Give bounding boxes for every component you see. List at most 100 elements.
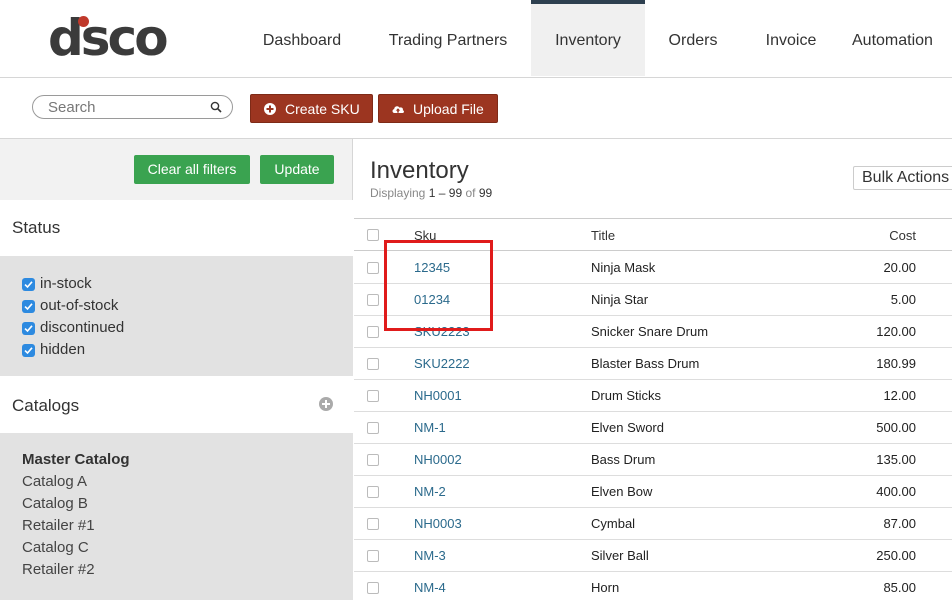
checkbox-checked[interactable]	[22, 344, 35, 357]
checkbox-checked[interactable]	[22, 322, 35, 335]
catalog-item[interactable]: Retailer #1	[22, 517, 95, 534]
status-option-label: discontinued	[40, 319, 125, 336]
row-cost: 250.00	[876, 548, 916, 563]
row-title: Silver Ball	[591, 548, 649, 563]
row-checkbox[interactable]	[367, 486, 379, 498]
row-checkbox[interactable]	[367, 550, 379, 562]
status-option-label: hidden	[40, 341, 86, 358]
search-box[interactable]	[32, 95, 233, 119]
row-cost: 500.00	[876, 420, 916, 435]
row-checkbox[interactable]	[367, 454, 379, 466]
dsco-logo[interactable]: dsco	[48, 9, 188, 67]
row-title: Horn	[591, 580, 620, 595]
clear-all-filters-button[interactable]: Clear all filters	[134, 155, 250, 184]
upload-file-label: Upload File	[413, 101, 484, 117]
status-header: Status	[0, 200, 353, 256]
update-button[interactable]: Update	[260, 155, 334, 184]
sku-link[interactable]: NH0002	[414, 452, 462, 467]
sku-link[interactable]: SKU2222	[414, 356, 470, 371]
row-cost: 20.00	[883, 260, 916, 275]
catalog-item[interactable]: Catalog A	[22, 473, 87, 490]
search-input[interactable]	[48, 98, 208, 116]
top-nav: dsco Dashboard Trading Partners Inventor…	[0, 0, 952, 78]
row-cost: 135.00	[876, 452, 916, 467]
row-title: Cymbal	[591, 516, 636, 531]
catalog-master[interactable]: Master Catalog	[22, 451, 130, 468]
row-cost: 180.99	[876, 356, 916, 371]
table-row[interactable]: NM-1 Elven Sword 500.00	[354, 412, 952, 444]
search-icon[interactable]	[210, 101, 222, 113]
total-count: 99	[478, 186, 493, 200]
action-bar: Create SKU Upload File	[0, 78, 952, 139]
nav-automation[interactable]: Automation	[852, 0, 952, 76]
upload-file-button[interactable]: Upload File	[378, 94, 498, 123]
row-title: Ninja Mask	[591, 260, 656, 275]
create-sku-button[interactable]: Create SKU	[250, 94, 373, 123]
create-sku-label: Create SKU	[285, 101, 360, 117]
sku-link[interactable]: NH0001	[414, 388, 462, 403]
table-row[interactable]: NM-4 Horn 85.00	[354, 572, 952, 600]
range-start: 1	[428, 186, 436, 200]
filter-sidebar: Clear all filters Update Status in-stock…	[0, 139, 353, 600]
status-option-label: in-stock	[40, 275, 92, 292]
row-checkbox[interactable]	[367, 358, 379, 370]
nav-trading-partners[interactable]: Trading Partners	[372, 0, 524, 76]
catalog-item[interactable]: Catalog B	[22, 495, 88, 512]
row-checkbox[interactable]	[367, 422, 379, 434]
catalog-item[interactable]: Catalog C	[22, 539, 89, 556]
row-title: Drum Sticks	[591, 388, 662, 403]
table-row[interactable]: SKU2222 Blaster Bass Drum 180.99	[354, 348, 952, 380]
sku-link[interactable]: NM-4	[414, 580, 446, 595]
table-row[interactable]: NH0003 Cymbal 87.00	[354, 508, 952, 540]
sku-link[interactable]: NM-1	[414, 420, 446, 435]
row-title: Elven Sword	[591, 420, 664, 435]
checkbox-checked[interactable]	[22, 300, 35, 313]
table-row[interactable]: NH0001 Drum Sticks 12.00	[354, 380, 952, 412]
checkbox-checked[interactable]	[22, 278, 35, 291]
column-header-title[interactable]: Title	[591, 228, 615, 243]
row-checkbox[interactable]	[367, 326, 379, 338]
catalogs-header: Catalogs	[0, 376, 353, 433]
sku-link[interactable]: NM-2	[414, 484, 446, 499]
logo-text: dsco	[48, 9, 169, 67]
row-cost: 5.00	[890, 292, 916, 307]
nav-invoice[interactable]: Invoice	[748, 0, 834, 76]
row-checkbox[interactable]	[367, 582, 379, 594]
table-row[interactable]: NM-2 Elven Bow 400.00	[354, 476, 952, 508]
row-checkbox[interactable]	[367, 390, 379, 402]
row-checkbox[interactable]	[367, 262, 379, 274]
annotation-highlight-box	[384, 240, 493, 331]
of-word: of	[465, 186, 476, 200]
cloud-upload-icon	[392, 106, 404, 113]
page-title: Inventory	[370, 157, 469, 184]
sku-link[interactable]: NH0003	[414, 516, 462, 531]
row-title: Snicker Snare Drum	[591, 324, 709, 339]
status-filter-list: in-stock out-of-stock discontinued hidde…	[0, 256, 353, 376]
sku-link[interactable]: NM-3	[414, 548, 446, 563]
row-checkbox[interactable]	[367, 294, 379, 306]
plus-circle-icon	[264, 103, 276, 115]
range-end: 99	[448, 186, 463, 200]
nav-inventory[interactable]: Inventory	[531, 0, 645, 76]
row-cost: 120.00	[876, 324, 916, 339]
row-title: Bass Drum	[591, 452, 656, 467]
result-count: Displaying 1 – 99 of 99	[370, 186, 492, 200]
status-title: Status	[12, 218, 61, 237]
bulk-actions-button[interactable]: Bulk Actions	[853, 166, 952, 190]
nav-dashboard[interactable]: Dashboard	[240, 0, 364, 76]
catalog-list: Master Catalog Catalog A Catalog B Retai…	[0, 433, 353, 600]
row-cost: 12.00	[883, 388, 916, 403]
add-catalog-icon[interactable]	[318, 396, 334, 412]
select-all-checkbox[interactable]	[367, 229, 379, 241]
range-dash: –	[438, 186, 446, 200]
catalog-item[interactable]: Retailer #2	[22, 561, 95, 578]
column-header-cost[interactable]: Cost	[889, 228, 916, 243]
table-row[interactable]: NH0002 Bass Drum 135.00	[354, 444, 952, 476]
row-checkbox[interactable]	[367, 518, 379, 530]
table-row[interactable]: NM-3 Silver Ball 250.00	[354, 540, 952, 572]
row-cost: 85.00	[883, 580, 916, 595]
row-cost: 87.00	[883, 516, 916, 531]
row-title: Ninja Star	[591, 292, 649, 307]
nav-orders[interactable]: Orders	[652, 0, 734, 76]
row-title: Blaster Bass Drum	[591, 356, 700, 371]
